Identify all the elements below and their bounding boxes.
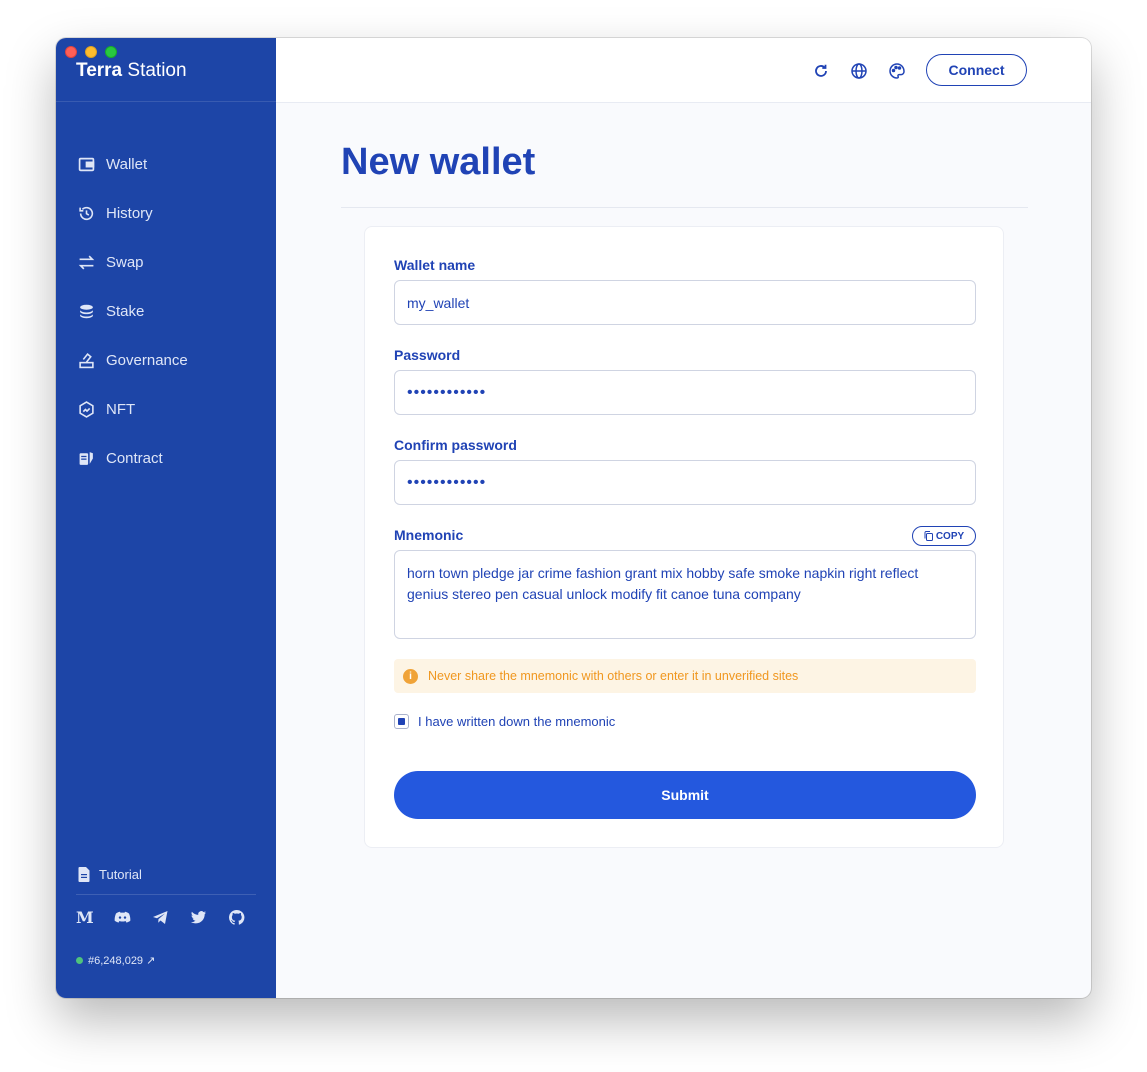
password-label: Password [394, 347, 461, 363]
sidebar-divider [76, 894, 256, 895]
sidebar-item-wallet[interactable]: Wallet [56, 140, 276, 189]
sidebar-item-stake[interactable]: Stake [56, 287, 276, 336]
github-icon [229, 909, 245, 925]
sidebar-nav: Wallet History Swap Stake Governance NFT [56, 140, 276, 483]
refresh-icon [815, 64, 827, 77]
window-controls [65, 46, 117, 58]
mnemonic-warning: i Never share the mnemonic with others o… [394, 659, 976, 693]
sidebar-item-nft[interactable]: NFT [56, 385, 276, 434]
external-link-icon: ↗ [146, 955, 156, 967]
info-icon: i [403, 668, 418, 684]
close-window-button[interactable] [65, 46, 77, 58]
governance-icon [79, 352, 94, 369]
github-link[interactable] [228, 906, 266, 928]
contract-icon [79, 452, 93, 465]
minimize-window-button[interactable] [85, 46, 97, 58]
mnemonic-textarea[interactable]: horn town pledge jar crime fashion grant… [394, 550, 976, 639]
page-title: New wallet [341, 141, 536, 183]
zoom-window-button[interactable] [105, 46, 117, 58]
mnemonic-label: Mnemonic [394, 527, 464, 543]
wallet-name-input[interactable] [394, 280, 976, 325]
sidebar-item-label: NFT [106, 401, 136, 418]
sidebar-item-history[interactable]: History [56, 189, 276, 238]
warning-text: Never share the mnemonic with others or … [428, 669, 799, 683]
block-height-link[interactable]: #6,248,029 ↗ [76, 954, 155, 967]
discord-icon [114, 911, 131, 923]
brand-light: Station [122, 60, 187, 81]
theme-button[interactable] [888, 62, 906, 80]
mnemonic-confirm-row[interactable]: I have written down the mnemonic [394, 714, 615, 729]
network-status-dot [76, 957, 83, 964]
copy-label: COPY [935, 530, 965, 542]
medium-link[interactable]: M [76, 906, 114, 928]
copy-icon [924, 531, 933, 541]
brand-bold: Terra [76, 60, 123, 81]
social-links: M [76, 906, 266, 928]
password-input[interactable] [394, 370, 976, 415]
sidebar-item-label: History [106, 205, 153, 222]
medium-icon: M [76, 909, 93, 926]
sidebar-item-label: Governance [106, 352, 188, 369]
sidebar-item-label: Wallet [106, 156, 148, 173]
nft-icon [79, 401, 94, 418]
swap-icon [78, 255, 95, 270]
palette-icon [889, 63, 905, 79]
sidebar-item-swap[interactable]: Swap [56, 238, 276, 287]
discord-link[interactable] [114, 906, 152, 928]
confirm-password-input[interactable] [394, 460, 976, 505]
document-icon [78, 866, 90, 882]
sidebar-item-label: Swap [106, 254, 144, 271]
submit-button[interactable]: Submit [394, 771, 976, 819]
sidebar: Terra Station Wallet History Swap Stake … [56, 38, 276, 998]
sidebar-item-label: Contract [106, 450, 163, 467]
new-wallet-form: Wallet name Password Confirm password Mn… [364, 226, 1004, 848]
twitter-icon [191, 910, 206, 923]
sidebar-item-governance[interactable]: Governance [56, 336, 276, 385]
telegram-icon [153, 910, 168, 924]
sidebar-item-contract[interactable]: Contract [56, 434, 276, 483]
top-header: Connect [276, 38, 1091, 103]
checkbox-checked-mark [398, 718, 405, 725]
confirm-password-label: Confirm password [394, 437, 517, 453]
globe-icon [851, 63, 867, 79]
tutorial-label: Tutorial [99, 866, 142, 882]
twitter-link[interactable] [190, 906, 228, 928]
wallet-name-label: Wallet name [394, 257, 476, 273]
sidebar-item-label: Stake [106, 303, 145, 320]
tutorial-link[interactable]: Tutorial [78, 865, 142, 883]
copy-button[interactable]: COPY [912, 526, 976, 546]
mnemonic-checkbox[interactable] [394, 714, 409, 729]
svg-text:M: M [76, 909, 93, 926]
title-divider [341, 207, 1028, 208]
checkbox-label: I have written down the mnemonic [418, 714, 616, 729]
telegram-link[interactable] [152, 906, 190, 928]
wallet-icon [78, 157, 95, 172]
block-height: #6,248,029 [88, 954, 144, 967]
connect-button[interactable]: Connect [926, 54, 1027, 86]
app-window: Terra Station Wallet History Swap Stake … [56, 38, 1091, 998]
refresh-button[interactable] [812, 62, 830, 80]
language-button[interactable] [850, 62, 868, 80]
stake-icon [80, 304, 93, 319]
history-icon [79, 206, 94, 221]
